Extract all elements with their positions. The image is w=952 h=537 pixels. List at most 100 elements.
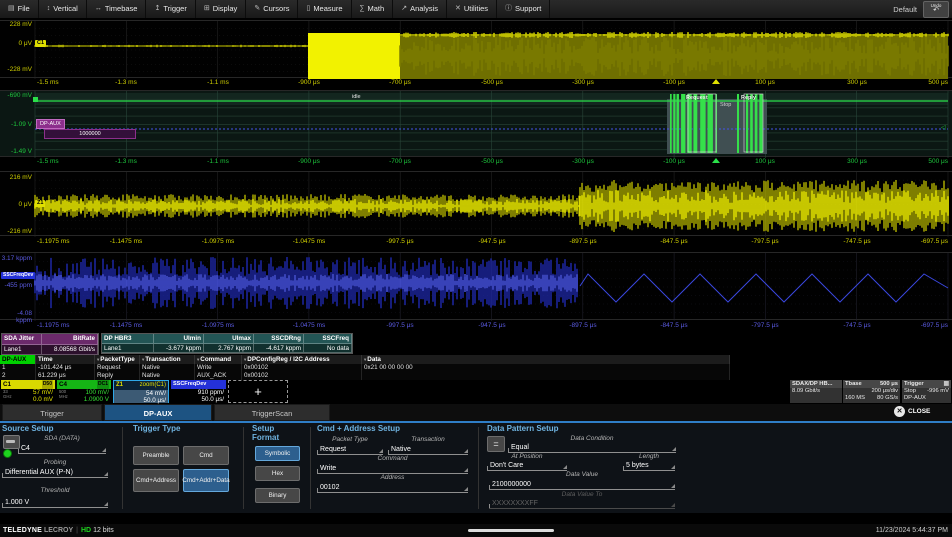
decode-col-header[interactable]: DPConfigReg / I2C Address — [242, 355, 362, 364]
menu-item-icon: ↕ — [47, 0, 51, 18]
x-tick-label: -947.5 μs — [478, 322, 505, 329]
decode-row[interactable]: 2 61.229 μs Reply Native AUX_ACK 0x00102 — [0, 372, 730, 380]
data-condition-label: Data Condition — [508, 435, 676, 442]
menu-item[interactable]: ⓘ Support — [497, 0, 550, 18]
menu-item[interactable]: ∑ Math — [352, 0, 394, 18]
menu-item[interactable]: ⊞ Display — [196, 0, 246, 18]
taskbar-handle[interactable] — [468, 529, 554, 532]
close-dialog-button[interactable]: ✕ CLOSE — [894, 406, 930, 417]
jitter-bitrate: 8.08568 Gbit/s — [42, 345, 98, 356]
x-tick-label: -900 μs — [298, 158, 320, 165]
timebase-descriptor-box[interactable]: Tbase 500 μs 200 μs/div 160 MS 80 GS/s — [843, 380, 900, 403]
waveform-grid-c1[interactable] — [0, 20, 952, 78]
c4-coupling: DC1 — [97, 380, 109, 389]
decoder-value-badge[interactable]: 1000000 — [44, 129, 136, 139]
ui-measure-table[interactable]: DP HBR3 UImin UImax SSCDRng SSCFreq Lane… — [101, 333, 353, 354]
x-tick-label: -500 μs — [481, 158, 503, 165]
cmd-address-button[interactable]: Cmd+Address — [133, 469, 179, 492]
sda-source-select[interactable]: C4 — [18, 444, 106, 454]
x-tick-label: -947.5 μs — [478, 238, 505, 245]
decode-header-row: DP-AUX Time PacketType Transaction Comma… — [0, 355, 730, 364]
bit-depth-label: 12 bits — [93, 527, 114, 534]
menu-item[interactable]: ↥ Trigger — [146, 0, 195, 18]
waveform-grid-z1[interactable] — [0, 171, 952, 236]
sdax-descriptor-box[interactable]: SDAX/DP HB... 8.09 Gbit/s — [790, 380, 842, 403]
tab-dp-aux[interactable]: DP-AUX — [104, 404, 212, 421]
decode-col-header[interactable]: Data — [362, 355, 730, 364]
decode-rows: 1 -101.424 μs Request Native Write 0x001… — [0, 364, 730, 380]
x-tick-label: 100 μs — [755, 158, 775, 165]
menu-item-label: Support — [515, 0, 541, 18]
equals-operator-button[interactable]: = — [487, 436, 505, 452]
menu-item[interactable]: ▤ File — [0, 0, 39, 18]
cmd-button[interactable]: Cmd — [183, 446, 229, 465]
decoder-badge[interactable]: DP-AUX — [36, 119, 65, 129]
hex-button[interactable]: Hex — [255, 466, 300, 481]
offset-indicator: ◁ — [941, 124, 946, 131]
waveform-grid-dpaux[interactable] — [0, 90, 952, 157]
data-condition-select[interactable]: Equal — [508, 443, 676, 453]
sscfreqdev-trace — [0, 253, 952, 321]
source-enabled-indicator[interactable] — [3, 449, 12, 458]
probing-select[interactable]: Differential AUX (P-N) — [2, 468, 108, 478]
packet-type-select[interactable]: Request — [317, 445, 383, 455]
command-select[interactable]: Write — [317, 464, 468, 474]
menu-item-label: Measure — [313, 0, 342, 18]
threshold-field[interactable]: 1.000 V — [2, 498, 108, 508]
jitter-col2-header: BitRate — [42, 334, 98, 345]
decode-col-header[interactable]: Transaction — [140, 355, 195, 364]
undo-button[interactable]: Undo ↶ — [923, 1, 949, 18]
waveform-grid-sscfreqdev[interactable] — [0, 252, 952, 320]
data-value-field[interactable]: 2100000000 — [489, 480, 675, 490]
menu-item[interactable]: ↗ Analysis — [393, 0, 447, 18]
undo-icon: ↶ — [933, 8, 939, 14]
address-label: Address — [317, 474, 468, 481]
decode-result-table: DP-AUX Time PacketType Transaction Comma… — [0, 355, 730, 380]
tab-trigger[interactable]: Trigger — [2, 404, 102, 421]
address-field[interactable]: 00102 — [317, 483, 468, 493]
tbase-samples: 160 MS — [845, 395, 865, 402]
tab-triggerscan[interactable]: TriggerScan — [214, 404, 330, 421]
decode-packet: Request — [95, 364, 140, 372]
tbase-rate: 80 GS/s — [877, 395, 898, 402]
descriptor-row: C1 D50 57 mV/ 0.0 mV 33GHz C4 DC1 100 mV… — [0, 380, 952, 403]
sda-jitter-table[interactable]: SDA Jitter BitRate Lane1 8.08568 Gbit/s — [1, 333, 99, 356]
decode-col-header[interactable]: Time — [36, 355, 95, 364]
menu-item[interactable]: ↕ Vertical — [39, 0, 87, 18]
decode-command: AUX_ACK — [195, 372, 242, 380]
x-tick-label: -1.0975 ms — [202, 322, 235, 329]
at-position-select[interactable]: Don't Care — [487, 461, 567, 471]
menu-item[interactable]: ✕ Utilities — [447, 0, 497, 18]
z1-descriptor-box[interactable]: Z1 zoom(C1) 54 mV/ 50.0 μs/ — [113, 380, 169, 403]
decode-row[interactable]: 1 -101.424 μs Request Native Write 0x001… — [0, 364, 730, 372]
add-trace-button[interactable]: + — [228, 380, 288, 403]
length-select[interactable]: 5 bytes — [623, 461, 675, 471]
decode-col-header[interactable]: PacketType — [95, 355, 140, 364]
menu-item[interactable]: ▯ Measure — [298, 0, 351, 18]
trigger-descriptor-box[interactable]: Trigger ▦ Stop -996 mV DP-AUX — [902, 380, 951, 403]
decode-bus-header[interactable]: DP-AUX — [0, 355, 36, 364]
decode-time: -101.424 μs — [36, 364, 95, 372]
menu-item[interactable]: ✎ Cursors — [246, 0, 298, 18]
cmd-addr-data-button[interactable]: Cmd+Addr+Data — [183, 469, 229, 492]
sscfreqdev-descriptor-box[interactable]: SSCFreqDev 910 ppm/ 50.0 μs/ — [171, 380, 226, 403]
trigger-position-marker-c1[interactable] — [712, 79, 720, 84]
length-label: Length — [623, 453, 675, 460]
x-tick-label: -100 μs — [663, 79, 685, 86]
c4-descriptor-box[interactable]: C4 DC1 100 mV/ 1.0900 V 500MHz — [57, 380, 111, 403]
p3-ybot-label: -216 mV — [0, 228, 32, 235]
transaction-select[interactable]: Native — [388, 445, 468, 455]
p4-ytop-label: 3.17 kppm — [0, 255, 32, 262]
c1-descriptor-box[interactable]: C1 D50 57 mV/ 0.0 mV 33GHz — [1, 380, 55, 403]
z1-source: zoom(C1) — [140, 381, 166, 390]
decode-col-header[interactable]: Command — [195, 355, 242, 364]
trigger-position-marker-dpaux[interactable] — [712, 158, 720, 163]
oscilloscope-screen: ▤ File ↕ Vertical ↔ Timebase ↥ Trigger ⊞… — [0, 0, 952, 537]
menu-item[interactable]: ↔ Timebase — [87, 0, 147, 18]
preamble-button[interactable]: Preamble — [133, 446, 179, 465]
ui-header: UImax — [204, 334, 254, 344]
binary-button[interactable]: Binary — [255, 488, 300, 503]
symbolic-button[interactable]: Symbolic — [255, 446, 300, 461]
c1-coupling: D50 — [42, 380, 53, 389]
ssc-name: SSCFreqDev — [173, 380, 206, 389]
